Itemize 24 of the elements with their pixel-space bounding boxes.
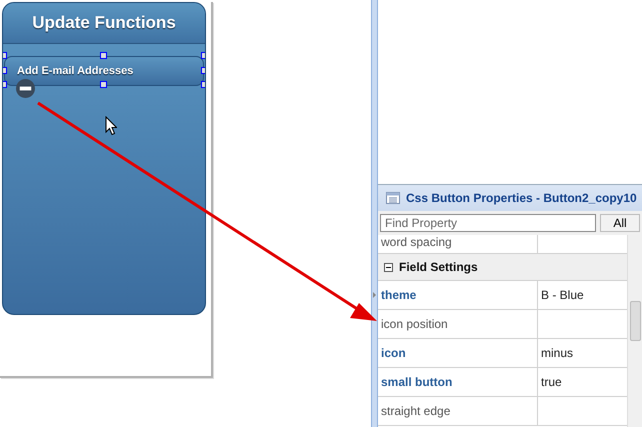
panel-title: Css Button Properties - Button2_copy10 [406, 191, 637, 205]
property-value: true [541, 375, 562, 389]
find-property-field[interactable]: Find Property [380, 214, 596, 232]
property-value: B - Blue [541, 288, 584, 302]
selection-handle[interactable] [100, 52, 107, 59]
property-name: small button [381, 375, 452, 389]
section-header[interactable]: Field Settings [378, 254, 627, 281]
property-name: icon [381, 346, 406, 360]
property-name: straight edge [381, 404, 450, 418]
section-title: Field Settings [399, 260, 478, 274]
property-name: icon position [381, 317, 448, 331]
minus-icon [16, 79, 35, 98]
property-value: minus [541, 346, 574, 360]
page-title: Update Functions [32, 13, 176, 33]
property-name: word spacing [381, 235, 452, 249]
selection-handle[interactable] [100, 81, 107, 88]
collapse-icon[interactable] [384, 262, 393, 272]
scrollbar[interactable] [627, 235, 642, 427]
table-icon [386, 192, 400, 204]
all-button[interactable]: All [600, 214, 640, 232]
scrollbar-thumb[interactable] [630, 301, 641, 341]
cursor-icon [105, 116, 117, 136]
property-name: theme [381, 288, 416, 302]
email-button[interactable]: Add E-mail Addresses [4, 56, 204, 86]
